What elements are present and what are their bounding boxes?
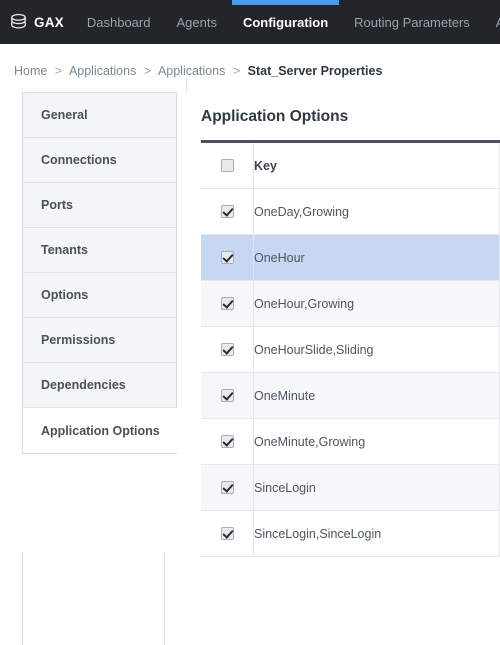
row-key: SinceLogin [253, 464, 500, 511]
sidebar-item-label: Options [41, 288, 89, 302]
sidebar-item-label: Ports [41, 198, 73, 212]
sidebar-panel-continuation [22, 552, 165, 645]
row-checkbox[interactable] [220, 342, 234, 356]
sidebar-item-general[interactable]: General [23, 93, 176, 138]
sidebar-item-label: Connections [41, 153, 117, 167]
brand-label: GAX [34, 14, 64, 30]
brand-logo[interactable]: GAX [0, 0, 74, 44]
row-key: OneHourSlide,Sliding [253, 326, 500, 373]
row-checkbox-cell [201, 280, 254, 327]
nav-items: Dashboard Agents Configuration Routing P… [74, 0, 500, 44]
select-all-header-cell [201, 143, 254, 189]
breadcrumb-separator: > [143, 64, 152, 78]
application-options-table: Key OneDay,Growing OneHour OneHour,Growi… [201, 140, 500, 557]
row-key: SinceLogin,SinceLogin [253, 510, 500, 557]
breadcrumb-separator: > [54, 64, 63, 78]
sidebar-item-label: Application Options [41, 423, 160, 438]
row-checkbox[interactable] [220, 388, 234, 402]
page-title: Application Options [201, 108, 349, 125]
row-checkbox-cell [201, 372, 254, 419]
sidebar-item-label: Permissions [41, 333, 116, 347]
breadcrumb-item-applications[interactable]: Applications [69, 64, 136, 78]
row-checkbox-cell [201, 188, 254, 235]
row-key: OneMinute,Growing [253, 418, 500, 465]
table-header-row: Key [201, 143, 500, 189]
column-header-key[interactable]: Key [253, 143, 500, 189]
sidebar-item-label: Tenants [41, 243, 88, 257]
sidebar-item-application-options[interactable]: Application Options [23, 408, 177, 453]
main-panel: Application Options Key OneDay,Growing O… [186, 78, 500, 557]
row-checkbox-cell [201, 418, 254, 465]
breadcrumb-item-current: Stat_Server Properties [247, 64, 383, 78]
settings-sidebar: General Connections Ports Tenants Option… [22, 92, 177, 454]
sidebar-item-label: Dependencies [41, 378, 126, 392]
nav-item-agents[interactable]: Agents [163, 0, 229, 44]
row-checkbox-cell [201, 510, 254, 557]
sidebar-item-options[interactable]: Options [23, 273, 176, 318]
row-key: OneMinute [253, 372, 500, 419]
row-checkbox[interactable] [220, 250, 234, 264]
row-key: OneDay,Growing [253, 188, 500, 235]
table-row[interactable]: OneHour,Growing [201, 280, 500, 327]
row-checkbox[interactable] [220, 526, 234, 540]
sidebar-item-ports[interactable]: Ports [23, 183, 176, 228]
table-row[interactable]: OneDay,Growing [201, 188, 500, 235]
nav-item-routing-parameters[interactable]: Routing Parameters [341, 0, 483, 44]
table-row[interactable]: OneMinute,Growing [201, 418, 500, 465]
top-navigation-bar: GAX Dashboard Agents Configuration Routi… [0, 0, 500, 44]
row-key: OneHour,Growing [253, 280, 500, 327]
breadcrumb: Home > Applications > Applications > Sta… [0, 44, 500, 78]
nav-item-label: Configuration [242, 14, 329, 30]
table-row[interactable]: OneMinute [201, 372, 500, 419]
sidebar-item-tenants[interactable]: Tenants [23, 228, 176, 273]
nav-item-label: Administr [496, 15, 500, 30]
sidebar-item-label: General [41, 108, 88, 122]
nav-item-label: Routing Parameters [354, 14, 470, 30]
row-checkbox[interactable] [220, 204, 234, 218]
nav-item-administration[interactable]: Administr [483, 0, 500, 44]
row-checkbox[interactable] [220, 296, 234, 310]
row-checkbox[interactable] [220, 480, 234, 494]
row-checkbox-cell [201, 326, 254, 373]
sidebar-item-connections[interactable]: Connections [23, 138, 176, 183]
nav-item-dashboard[interactable]: Dashboard [74, 0, 164, 44]
database-stack-icon [11, 13, 26, 29]
table-row[interactable]: SinceLogin [201, 464, 500, 511]
row-key: OneHour [253, 234, 500, 281]
nav-item-configuration[interactable]: Configuration [230, 0, 341, 44]
row-checkbox[interactable] [220, 434, 234, 448]
breadcrumb-item-applications-2[interactable]: Applications [158, 64, 225, 78]
table-row[interactable]: OneHourSlide,Sliding [201, 326, 500, 373]
sidebar-item-dependencies[interactable]: Dependencies [23, 363, 176, 408]
breadcrumb-item-home[interactable]: Home [14, 64, 47, 78]
sidebar-item-permissions[interactable]: Permissions [23, 318, 176, 363]
row-checkbox-cell [201, 464, 254, 511]
select-all-checkbox[interactable] [220, 158, 234, 172]
nav-item-label: Agents [176, 14, 217, 30]
table-row[interactable]: SinceLogin,SinceLogin [201, 510, 500, 557]
breadcrumb-separator: > [232, 64, 241, 78]
table-row[interactable]: OneHour [201, 234, 500, 281]
nav-item-label: Dashboard [86, 14, 151, 30]
row-checkbox-cell [201, 234, 254, 281]
